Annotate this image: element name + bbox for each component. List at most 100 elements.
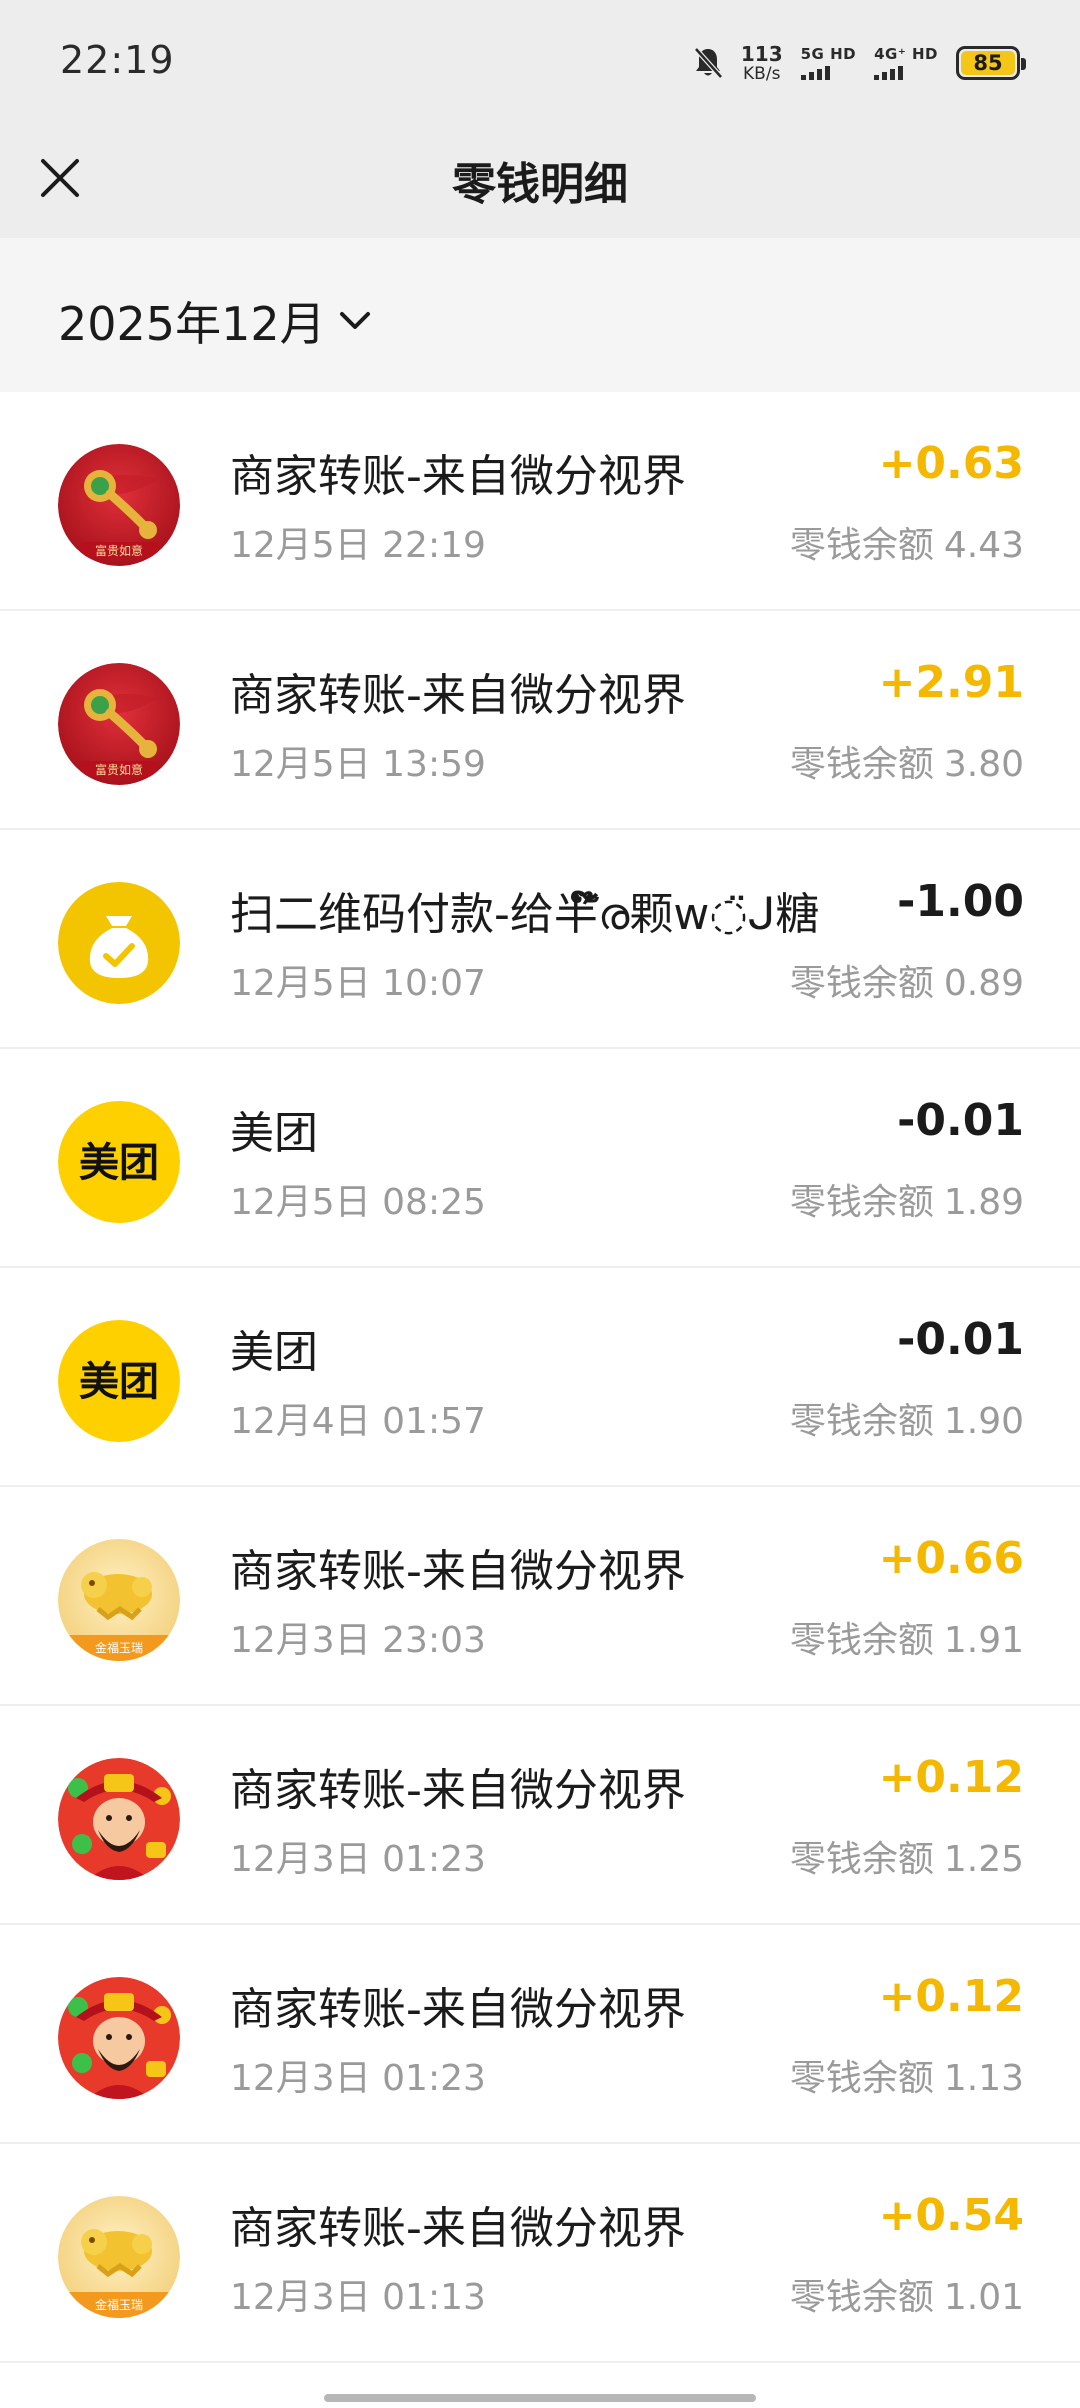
balance-label: 零钱余额	[789, 1620, 934, 1661]
transaction-title: 扫二维码付款-给半໊໌ര颗ᴡ◌̈ᒍ糖	[230, 889, 820, 940]
transaction-time: 12月3日 01:23	[230, 2058, 486, 2099]
transaction-amount: +2.91	[878, 657, 1024, 708]
balance-label: 零钱余额	[789, 963, 934, 1004]
transaction-title: 商家转账-来自微分视界	[230, 2203, 686, 2254]
transaction-title: 美团	[230, 1327, 318, 1378]
meituan-icon: 美团	[58, 1320, 180, 1442]
transaction-time: 12月4日 01:57	[230, 1401, 486, 1442]
transaction-time: 12月3日 01:13	[230, 2277, 486, 2318]
transaction-title: 美团	[230, 1108, 318, 1159]
transaction-time: 12月5日 10:07	[230, 963, 486, 1004]
month-filter-bar: 2025年12月	[0, 238, 1080, 392]
fortune-god-icon	[58, 1758, 180, 1880]
balance-value: 1.13	[943, 2058, 1024, 2099]
net-speed-value: 113	[740, 41, 783, 66]
month-selector[interactable]: 2025年12月	[58, 288, 372, 354]
status-time: 22:19	[60, 38, 175, 82]
nav-header: 零钱明细	[0, 120, 1080, 238]
svg-text:金福玉瑞: 金福玉瑞	[95, 2297, 143, 2312]
signal-bars-icon	[800, 65, 830, 80]
transaction-row[interactable]: 富贵如意 商家转账-来自微分视界 12月5日 22:19 +0.63 零钱余额 4…	[0, 392, 1080, 611]
transaction-time: 12月5日 13:59	[230, 744, 486, 785]
transaction-title: 商家转账-来自微分视界	[230, 1765, 686, 1816]
transaction-row[interactable]: 金福玉瑞 商家转账-来自微分视界 12月3日 01:13 +0.54 零钱余额 1…	[0, 2144, 1080, 2363]
net-speed-unit: KB/s	[743, 63, 781, 84]
transaction-amount: -1.00	[897, 876, 1024, 927]
balance-value: 1.01	[943, 2277, 1024, 2318]
balance-info: 零钱余额 1.91	[790, 1611, 1024, 1663]
balance-label: 零钱余额	[789, 744, 934, 785]
transaction-row[interactable]: 商家转账-来自微分视界 12月3日 01:23 +0.12 零钱余额 1.13	[0, 1925, 1080, 2144]
svg-text:富贵如意: 富贵如意	[95, 762, 143, 777]
battery-icon: 85	[956, 46, 1026, 80]
status-icons: 113 KB/s 5G HD 4G⁺ HD 85	[693, 38, 1026, 88]
balance-value: 1.90	[943, 1401, 1024, 1442]
transaction-row[interactable]: 美团 美团 12月5日 08:25 -0.01 零钱余额 1.89	[0, 1049, 1080, 1268]
transaction-row[interactable]: 金福玉瑞 商家转账-来自微分视界 12月3日 23:03 +0.66 零钱余额 1…	[0, 1487, 1080, 1706]
svg-text:金福玉瑞: 金福玉瑞	[95, 1640, 143, 1655]
balance-label: 零钱余额	[789, 2058, 934, 2099]
balance-label: 零钱余额	[789, 1401, 934, 1442]
transaction-title: 商家转账-来自微分视界	[230, 670, 686, 721]
balance-value: 1.25	[943, 1839, 1024, 1880]
balance-value: 4.43	[943, 525, 1024, 566]
transaction-title: 商家转账-来自微分视界	[230, 451, 686, 502]
bell-off-icon	[693, 46, 723, 80]
fortune-god-icon	[58, 1977, 180, 2099]
transaction-list: 富贵如意 商家转账-来自微分视界 12月5日 22:19 +0.63 零钱余额 4…	[0, 392, 1080, 2363]
transaction-row[interactable]: 商家转账-来自微分视界 12月3日 01:23 +0.12 零钱余额 1.25	[0, 1706, 1080, 1925]
balance-label: 零钱余额	[789, 1839, 934, 1880]
transaction-amount: -0.01	[897, 1314, 1024, 1365]
balance-label: 零钱余额	[789, 525, 934, 566]
balance-info: 零钱余额 1.13	[790, 2049, 1024, 2101]
balance-value: 0.89	[943, 963, 1024, 1004]
balance-value: 3.80	[943, 744, 1024, 785]
meituan-icon: 美团	[58, 1101, 180, 1223]
svg-text:美团: 美团	[79, 1359, 159, 1405]
transaction-time: 12月5日 08:25	[230, 1182, 486, 1223]
golden-pixiu-icon: 金福玉瑞	[58, 2196, 180, 2318]
balance-value: 1.91	[943, 1620, 1024, 1661]
chevron-down-icon	[338, 310, 372, 332]
balance-info: 零钱余额 4.43	[790, 516, 1024, 568]
sim2-signal: 4G⁺ HD	[874, 44, 938, 80]
home-indicator[interactable]	[324, 2394, 756, 2402]
transaction-amount: +0.12	[878, 1971, 1024, 2022]
net-speed: 113 KB/s	[741, 44, 783, 83]
svg-text:美团: 美团	[79, 1140, 159, 1186]
svg-text:富贵如意: 富贵如意	[95, 543, 143, 558]
balance-info: 零钱余额 1.90	[790, 1392, 1024, 1444]
transaction-time: 12月3日 23:03	[230, 1620, 486, 1661]
transaction-amount: -0.01	[897, 1095, 1024, 1146]
ruyi-red-icon: 富贵如意	[58, 663, 180, 785]
balance-info: 零钱余额 1.01	[790, 2268, 1024, 2320]
status-bar: 22:19 113 KB/s 5G HD 4G⁺ HD 85	[0, 0, 1080, 120]
money-bag-icon	[58, 882, 180, 1004]
month-label: 2025年12月	[58, 297, 326, 351]
transaction-title: 商家转账-来自微分视界	[230, 1984, 686, 2035]
ruyi-red-icon: 富贵如意	[58, 444, 180, 566]
signal-bars-icon	[874, 65, 904, 80]
transaction-time: 12月3日 01:23	[230, 1839, 486, 1880]
sim1-label: 5G HD	[800, 44, 857, 63]
balance-info: 零钱余额 1.89	[790, 1173, 1024, 1225]
balance-info: 零钱余额 1.25	[790, 1830, 1024, 1882]
balance-label: 零钱余额	[789, 1182, 934, 1223]
transaction-row[interactable]: 富贵如意 商家转账-来自微分视界 12月5日 13:59 +2.91 零钱余额 3…	[0, 611, 1080, 830]
page: 22:19 113 KB/s 5G HD 4G⁺ HD 85 零钱明细 2025…	[0, 0, 1080, 2408]
transaction-row[interactable]: 扫二维码付款-给半໊໌ര颗ᴡ◌̈ᒍ糖 12月5日 10:07 -1.00 零钱余…	[0, 830, 1080, 1049]
transaction-title: 商家转账-来自微分视界	[230, 1546, 686, 1597]
battery-level: 85	[973, 51, 1003, 75]
transaction-time: 12月5日 22:19	[230, 525, 486, 566]
balance-info: 零钱余额 0.89	[790, 954, 1024, 1006]
sim2-label: 4G⁺ HD	[874, 44, 938, 63]
balance-info: 零钱余额 3.80	[790, 735, 1024, 787]
balance-label: 零钱余额	[789, 2277, 934, 2318]
sim1-signal: 5G HD	[800, 44, 857, 80]
page-title: 零钱明细	[452, 159, 628, 210]
transaction-row[interactable]: 美团 美团 12月4日 01:57 -0.01 零钱余额 1.90	[0, 1268, 1080, 1487]
transaction-amount: +0.12	[878, 1752, 1024, 1803]
transaction-amount: +0.63	[878, 438, 1024, 489]
transaction-amount: +0.66	[878, 1533, 1024, 1584]
golden-pixiu-icon: 金福玉瑞	[58, 1539, 180, 1661]
